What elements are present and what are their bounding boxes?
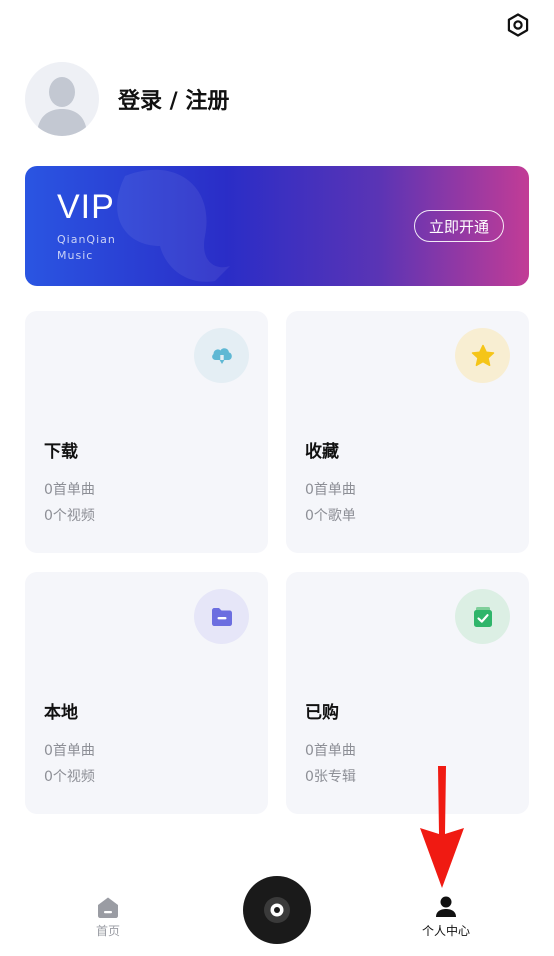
bottom-tab-bar: 首页 个人中心 — [0, 860, 554, 956]
card-line-2: 0个视频 — [44, 769, 95, 785]
vip-subtitle: QianQian Music — [57, 233, 116, 262]
home-icon — [98, 897, 118, 918]
tab-personal-center-label: 个人中心 — [421, 924, 470, 938]
tab-personal-center[interactable]: 个人中心 — [396, 896, 496, 939]
avatar[interactable] — [25, 62, 99, 136]
default-avatar-icon — [37, 77, 87, 136]
person-icon — [436, 896, 456, 917]
card-line-2: 0个歌单 — [305, 508, 356, 524]
profile-header: 登录 / 注册 — [25, 62, 229, 136]
card-title: 收藏 — [305, 442, 339, 462]
purchased-card[interactable]: 已购 0首单曲 0张专辑 — [286, 572, 529, 814]
download-card[interactable]: 下载 0首单曲 0个视频 — [25, 311, 268, 553]
card-title: 已购 — [305, 703, 339, 723]
local-icon-badge — [194, 589, 249, 644]
cloud-download-icon — [211, 347, 232, 364]
folder-icon — [211, 607, 232, 626]
vip-activate-button[interactable]: 立即开通 — [414, 210, 504, 242]
banner-decoration — [117, 169, 230, 282]
card-line-1: 0首单曲 — [44, 482, 95, 498]
purchased-icon-badge — [455, 589, 510, 644]
vip-title: VIP — [57, 188, 115, 226]
login-register-link[interactable]: 登录 / 注册 — [118, 83, 229, 115]
gear-icon — [507, 13, 529, 37]
settings-button[interactable] — [505, 12, 531, 38]
card-title: 本地 — [44, 703, 78, 723]
favorites-card[interactable]: 收藏 0首单曲 0个歌单 — [286, 311, 529, 553]
now-playing-disc-button[interactable] — [243, 876, 311, 944]
card-line-2: 0张专辑 — [305, 769, 356, 785]
red-arrow-annotation — [420, 766, 464, 888]
card-line-1: 0首单曲 — [44, 743, 95, 759]
favorites-icon-badge — [455, 328, 510, 383]
card-line-2: 0个视频 — [44, 508, 95, 524]
star-icon — [471, 344, 494, 366]
card-line-1: 0首单曲 — [305, 743, 356, 759]
card-line-1: 0首单曲 — [305, 482, 356, 498]
card-title: 下载 — [44, 442, 78, 462]
vinyl-disc-icon — [264, 897, 290, 923]
download-icon-badge — [194, 328, 249, 383]
vip-banner[interactable]: VIP QianQian Music 立即开通 — [25, 166, 529, 286]
purchased-icon — [473, 606, 492, 627]
tab-home-label: 首页 — [95, 924, 120, 938]
tab-home[interactable]: 首页 — [58, 896, 158, 939]
local-card[interactable]: 本地 0首单曲 0个视频 — [25, 572, 268, 814]
